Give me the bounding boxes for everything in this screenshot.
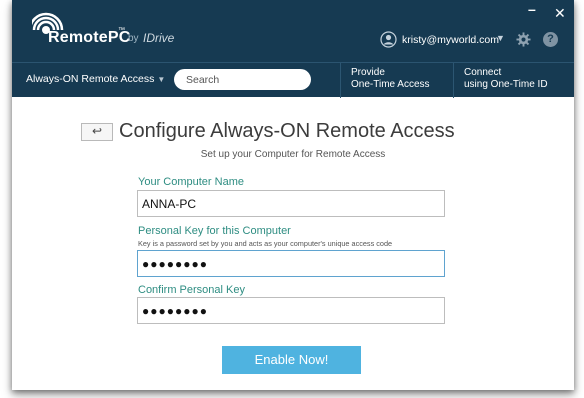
confirm-key-label: Confirm Personal Key: [138, 284, 245, 296]
mode-dropdown-label: Always-ON Remote Access: [26, 73, 155, 85]
connect-one-time-id-link[interactable]: Connect using One-Time ID: [464, 67, 548, 91]
mode-dropdown[interactable]: Always-ON Remote Access ▼: [26, 73, 165, 85]
link-line: Connect: [464, 67, 502, 78]
link-line: Provide: [351, 67, 385, 78]
computer-name-label: Your Computer Name: [138, 176, 244, 188]
personal-key-label: Personal Key for this Computer: [138, 225, 291, 237]
page-title: Configure Always-ON Remote Access: [119, 120, 455, 142]
help-icon[interactable]: ?: [543, 32, 558, 47]
minimize-button[interactable]: –: [528, 2, 536, 16]
search-input[interactable]: [174, 69, 311, 90]
chevron-down-icon[interactable]: ▼: [496, 33, 505, 43]
confirm-key-field[interactable]: [137, 297, 445, 324]
app-window: RemotePC ™ by IDrive – ✕ kristy@myworld.…: [12, 0, 574, 390]
user-email[interactable]: kristy@myworld.com: [402, 34, 499, 46]
trademark: ™: [118, 27, 125, 34]
user-icon[interactable]: [380, 31, 397, 48]
personal-key-hint: Key is a password set by you and acts as…: [138, 239, 393, 248]
link-line: One-Time Access: [351, 79, 430, 90]
computer-name-field[interactable]: [137, 190, 445, 217]
personal-key-field[interactable]: [137, 250, 445, 277]
nav-divider: [340, 63, 341, 98]
page-subtitle: Set up your Computer for Remote Access: [200, 149, 386, 160]
provide-one-time-access-link[interactable]: Provide One-Time Access: [351, 67, 430, 91]
nav-divider: [453, 63, 454, 98]
close-button[interactable]: ✕: [554, 6, 566, 20]
nav-bar: Always-ON Remote Access▼ Provide One-Tim…: [12, 62, 574, 98]
back-button[interactable]: ↩: [81, 123, 113, 141]
by-text: by: [128, 33, 139, 44]
chevron-down-icon: ▼: [157, 75, 166, 84]
gear-icon[interactable]: [516, 32, 531, 47]
enable-now-button[interactable]: Enable Now!: [222, 346, 361, 374]
title-bar: RemotePC ™ by IDrive – ✕ kristy@myworld.…: [12, 0, 574, 62]
partner-logo: IDrive: [143, 31, 175, 45]
link-line: using One-Time ID: [464, 79, 548, 90]
